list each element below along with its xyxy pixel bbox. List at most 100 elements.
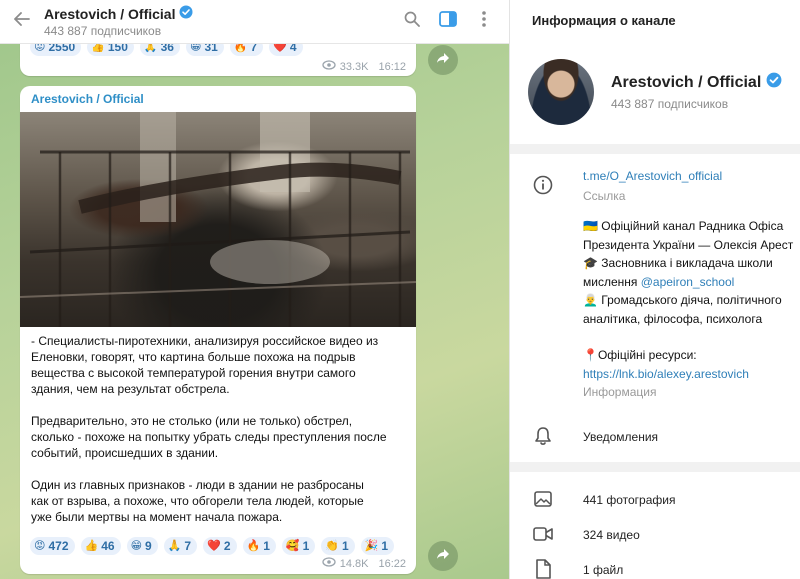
post-line: сколько - похоже на попытку убрать следы… — [31, 430, 387, 444]
reaction-emoji: 🎉 — [364, 539, 379, 552]
post-line: Предварительно, это не столько (или не т… — [31, 414, 353, 428]
reaction-chip[interactable]: 😁 9 — [126, 537, 158, 555]
channel-link[interactable]: t.me/O_Arestovich_official — [583, 169, 722, 183]
description-label: Информация — [583, 385, 657, 399]
reaction-chip[interactable]: 👏 1 — [321, 537, 355, 555]
reaction-emoji: 👏 — [325, 539, 339, 552]
forward-button[interactable] — [428, 45, 458, 75]
resources-link[interactable]: https://lnk.bio/alexey.arestovich — [583, 365, 800, 384]
link-label: Ссылка — [583, 189, 626, 203]
post-author[interactable]: Arestovich / Official — [31, 92, 144, 106]
message-time: 16:22 — [378, 557, 406, 570]
chat-header: Arestovich / Official 443 887 подписчико… — [0, 0, 509, 44]
post-paragraph: Один из главных признаков - люди в здани… — [31, 477, 409, 525]
reaction-chip[interactable]: 🎉 1 — [360, 537, 395, 555]
message-time: 16:12 — [378, 60, 406, 73]
reaction-emoji: 😡 — [34, 539, 46, 552]
post-line: уже были мертвы на момент начала пожара. — [31, 510, 283, 524]
chat-column: 😡 2550 👍 150 🙏 36 😁 31 🔥 7 ❤️ 4 33.3K 16:12 Arestov… — [0, 0, 509, 579]
search-button[interactable] — [399, 9, 425, 35]
reactions-bar: 😡 472 👍 46 😁 9 🙏 7 ❤️ 2 🔥 1 🥰 1 👏 1 🎉 1 — [30, 537, 395, 555]
notifications-toggle[interactable]: Уведомления — [583, 430, 658, 444]
views-count: 14.8K — [339, 557, 369, 570]
reaction-emoji: 👍 — [84, 539, 99, 552]
reaction-count: 1 — [381, 539, 389, 553]
forward-button[interactable] — [428, 541, 458, 571]
reaction-emoji: 🔥 — [246, 539, 261, 552]
description-line: 🇺🇦 Офіційний канал Радника Офіса — [583, 219, 784, 233]
avatar[interactable] — [528, 59, 594, 125]
videos-count[interactable]: 324 видео — [583, 528, 640, 542]
mention-link[interactable]: @apeiron_school — [641, 275, 735, 289]
reaction-count: 1 — [341, 539, 349, 553]
reaction-count: 7 — [184, 539, 192, 553]
back-button[interactable] — [0, 0, 44, 44]
description-text: мислення — [583, 274, 641, 289]
divider — [510, 144, 800, 154]
post-paragraph: - Специалисты-пиротехники, анализируя ро… — [31, 333, 409, 397]
photo-icon — [532, 488, 554, 510]
message-meta: 33.3K 16:12 — [322, 60, 406, 73]
chat-title: Arestovich / Official — [44, 5, 176, 22]
reaction-emoji: 🙏 — [167, 539, 182, 552]
description-line: мислення @apeiron_school — [583, 273, 800, 292]
files-count[interactable]: 1 файл — [583, 563, 623, 577]
reaction-count: 46 — [101, 539, 115, 553]
reaction-chip[interactable]: 🙏 7 — [163, 537, 198, 555]
chat-title-block[interactable]: Arestovich / Official 443 887 подписчико… — [44, 5, 399, 38]
subscriber-count: 443 887 подписчиков — [611, 97, 729, 111]
channel-name: Arestovich / Official — [611, 73, 762, 91]
post-line: Один из главных признаков - люди в здани… — [31, 478, 364, 492]
sidebar-panel-icon — [439, 11, 457, 32]
info-icon — [532, 174, 554, 196]
channel-description: 🇺🇦 Офіційний канал Радника Офіса Президе… — [583, 217, 800, 402]
reaction-count: 1 — [263, 539, 270, 553]
post-line: - Специалисты-пиротехники, анализируя ро… — [31, 334, 379, 348]
reaction-chip[interactable]: 🔥 1 — [242, 537, 276, 555]
reaction-count: 9 — [145, 539, 152, 553]
reaction-chip[interactable]: 👍 46 — [80, 537, 121, 555]
post-line: вещества с высокой температурой горения … — [31, 366, 356, 380]
photos-count[interactable]: 441 фотография — [583, 493, 675, 507]
reaction-emoji: ❤️ — [207, 539, 221, 552]
description-line: 👨‍🦳 Громадського діяча, політичного — [583, 293, 782, 307]
channel-info-panel: Информация о канале Arestovich / Officia… — [509, 0, 800, 579]
post-line: как от взрыва, а похоже, что обгорели те… — [31, 494, 364, 508]
verified-icon — [766, 72, 782, 93]
toggle-sidebar-button[interactable] — [435, 9, 461, 35]
channel-profile: Arestovich / Official 443 887 подписчико… — [510, 50, 800, 144]
post-line: Еленовки, говорят, что картина больше по… — [31, 350, 356, 364]
message-meta: 14.8K 16:22 — [322, 557, 406, 570]
reaction-count: 2 — [223, 539, 231, 553]
channel-post: Arestovich / Official - Специалисты-пиро… — [20, 86, 416, 574]
reaction-count: 472 — [48, 539, 69, 553]
search-icon — [404, 11, 420, 32]
more-menu-button[interactable] — [471, 9, 497, 35]
post-text: - Специалисты-пиротехники, анализируя ро… — [31, 333, 409, 541]
description-line: Президента України — Олексія Арест — [583, 237, 794, 252]
share-icon — [436, 547, 450, 565]
description-line: 📍Офіційні ресурси: — [583, 348, 697, 362]
reaction-emoji: 🥰 — [285, 539, 300, 552]
file-icon — [532, 558, 554, 579]
reaction-count: 1 — [302, 539, 310, 553]
reaction-chip[interactable]: 🥰 1 — [281, 537, 316, 555]
eye-icon — [322, 60, 336, 73]
more-vertical-icon — [482, 11, 486, 32]
reaction-emoji: 😁 — [130, 539, 143, 552]
post-line: здания, чем на результат обстрела. — [31, 382, 230, 396]
post-line: событий, происшедших в здании. — [31, 446, 219, 460]
video-icon — [532, 523, 554, 545]
divider — [510, 462, 800, 472]
share-icon — [436, 51, 450, 69]
post-paragraph: Предварительно, это не столько (или не т… — [31, 413, 409, 461]
post-photo[interactable] — [20, 112, 416, 327]
verified-icon — [179, 5, 193, 22]
reaction-chip[interactable]: 😡 472 — [30, 537, 75, 555]
info-panel-title: Информация о канале — [532, 12, 676, 28]
reaction-chip[interactable]: ❤️ 2 — [203, 537, 237, 555]
bell-icon — [532, 425, 554, 447]
arrow-left-icon — [14, 12, 30, 31]
views-count: 33.3K — [339, 60, 369, 73]
description-line: 🎓 Засновника і викладача школи — [583, 256, 773, 270]
